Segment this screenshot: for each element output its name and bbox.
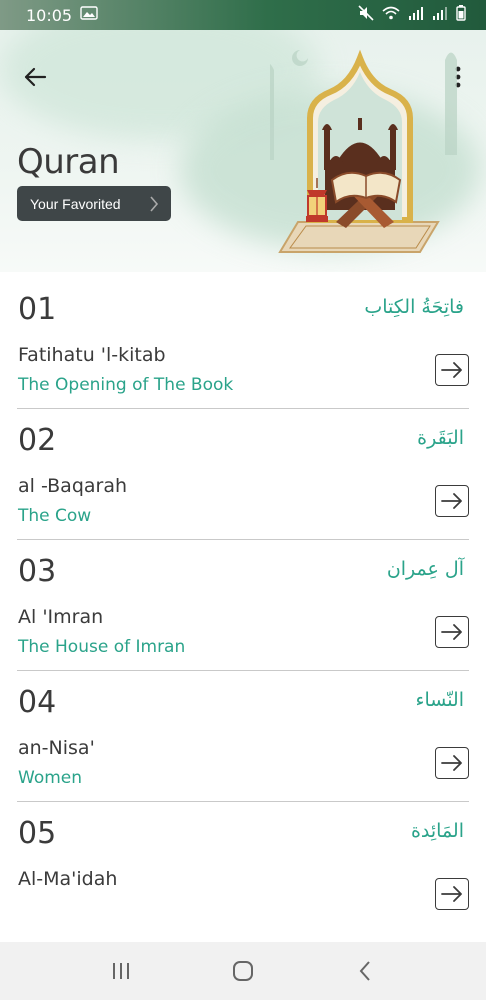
recents-button[interactable]	[101, 951, 141, 991]
mute-icon	[358, 4, 374, 26]
open-surah-button[interactable]	[435, 878, 469, 910]
surah-number: 04	[18, 685, 57, 720]
header: Quran Your Favorited	[0, 30, 486, 272]
surah-arabic-name: آل عِمران	[386, 558, 464, 580]
chevron-right-icon	[150, 196, 159, 212]
home-button[interactable]	[223, 951, 263, 991]
surah-number: 02	[18, 423, 57, 458]
surah-name: Al 'Imran	[18, 606, 104, 628]
signal-icon-1	[408, 6, 424, 25]
open-surah-button[interactable]	[435, 747, 469, 779]
page-title: Quran	[17, 142, 120, 182]
surah-item[interactable]: 05 المَائِدة Al-Ma'idah	[17, 802, 469, 933]
wifi-icon	[382, 6, 400, 25]
status-bar: 10:05	[0, 0, 486, 30]
surah-name: Fatihatu 'l-kitab	[18, 344, 166, 366]
surah-item[interactable]: 01 فاتِحَةُ الكِتاب Fatihatu 'l-kitab Th…	[17, 278, 469, 409]
surah-meaning: Women	[18, 768, 83, 788]
surah-item[interactable]: 04 النّساء an-Nisa' Women	[17, 671, 469, 802]
surah-number: 05	[18, 816, 57, 851]
surah-arabic-name: النّساء	[415, 689, 464, 711]
surah-item[interactable]: 02 البَقَرة al -Baqarah The Cow	[17, 409, 469, 540]
arrow-right-icon	[441, 493, 462, 509]
surah-meaning: The House of Imran	[18, 637, 186, 657]
arrow-right-icon	[441, 755, 462, 771]
surah-number: 01	[18, 292, 57, 327]
status-time: 10:05	[26, 5, 73, 25]
surah-item[interactable]: 03 آل عِمران Al 'Imran The House of Imra…	[17, 540, 469, 671]
surah-arabic-name: المَائِدة	[410, 820, 464, 842]
back-chevron-icon	[359, 961, 370, 981]
favorited-label: Your Favorited	[30, 195, 121, 212]
arrow-right-icon	[441, 886, 462, 902]
arrow-right-icon	[441, 624, 462, 640]
open-surah-button[interactable]	[435, 354, 469, 386]
recents-icon	[113, 963, 129, 979]
open-surah-button[interactable]	[435, 616, 469, 648]
system-navigation-bar	[0, 942, 486, 1000]
surah-number: 03	[18, 554, 57, 589]
gallery-notification-icon	[80, 5, 98, 25]
surah-name: al -Baqarah	[18, 475, 128, 497]
arrow-right-icon	[441, 362, 462, 378]
surah-list: 01 فاتِحَةُ الكِتاب Fatihatu 'l-kitab Th…	[0, 278, 486, 942]
surah-arabic-name: البَقَرة	[417, 427, 464, 449]
favorited-button[interactable]: Your Favorited	[17, 186, 171, 221]
surah-arabic-name: فاتِحَةُ الكِتاب	[364, 296, 464, 318]
surah-name: an-Nisa'	[18, 737, 95, 759]
system-back-button[interactable]	[345, 951, 385, 991]
surah-meaning: The Opening of The Book	[18, 375, 234, 395]
open-surah-button[interactable]	[435, 485, 469, 517]
back-button[interactable]	[18, 60, 52, 94]
surah-meaning: The Cow	[18, 506, 92, 526]
arrow-left-icon	[24, 67, 47, 87]
home-icon	[233, 961, 253, 981]
mosque-illustration	[270, 49, 457, 253]
battery-icon	[456, 4, 466, 26]
status-right	[358, 4, 466, 26]
surah-name: Al-Ma'idah	[18, 868, 118, 890]
signal-icon-2	[432, 6, 448, 25]
status-left: 10:05	[26, 6, 98, 25]
